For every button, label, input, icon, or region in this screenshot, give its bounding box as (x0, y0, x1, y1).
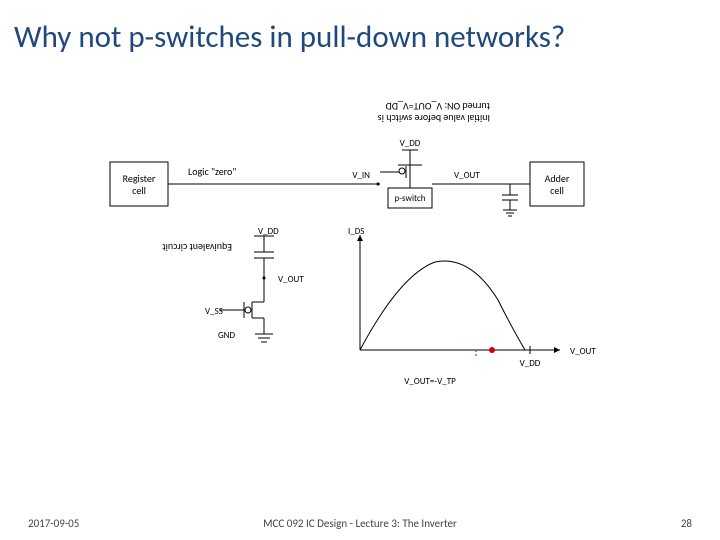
x-axis-label: V_OUT (570, 346, 596, 357)
logic-zero-label: Logic "zero" (188, 165, 236, 178)
p-switch-label: p-switch (395, 193, 426, 204)
footer-center: MCC 092 IC Design - Lecture 3: The Inver… (0, 517, 720, 530)
cell-label: cell (132, 184, 146, 197)
node-dot-left (377, 183, 380, 186)
curve-label: V_OUT=-V_TP (404, 376, 456, 387)
annotation-line2: turned ON: V_OUT=V_DD (386, 100, 490, 113)
ids-curve (360, 261, 525, 350)
vdd-eq-label: V_DD (258, 226, 279, 237)
vout-eq-label: V_OUT (278, 274, 304, 285)
operating-point-dot (489, 347, 495, 353)
footer-page: 28 (681, 517, 692, 530)
x-tick-vdd: V_DD (520, 358, 541, 369)
diagram-canvas: Initial value before switch is turned ON… (0, 0, 720, 540)
equiv-circuit-label: Equivalent circuit (162, 241, 232, 254)
vin-label: V_IN (352, 170, 370, 181)
vdd-label-top: V_DD (400, 138, 421, 149)
gnd-label: GND (218, 330, 235, 341)
adder-cell-label: cell (550, 184, 564, 197)
vout-label-top: V_OUT (454, 170, 480, 181)
ids-label: I_DS (348, 226, 364, 237)
vss-label: V_SS (205, 306, 223, 317)
